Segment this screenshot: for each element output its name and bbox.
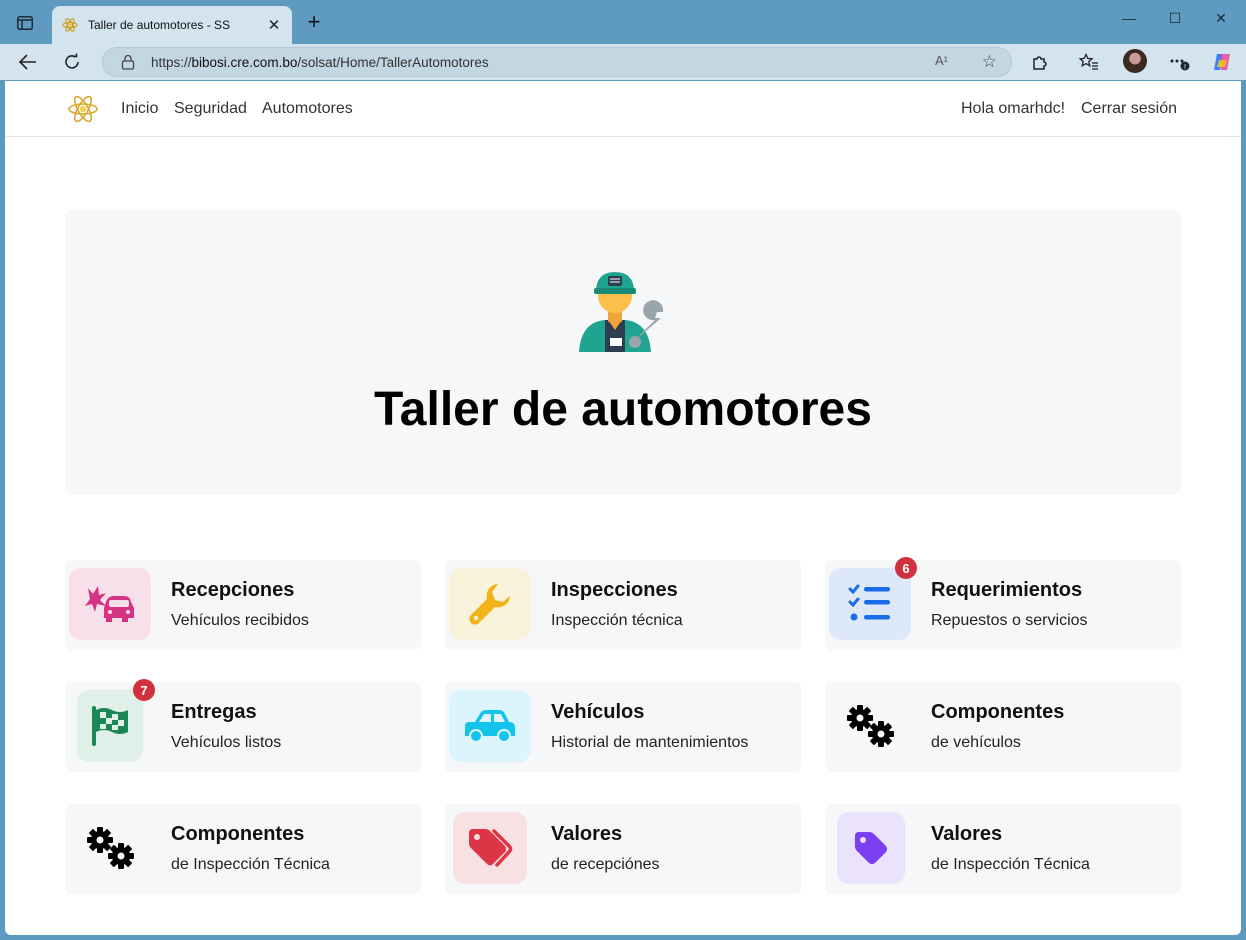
card-valores-inspeccion[interactable]: Valores de Inspección Técnica — [825, 804, 1181, 894]
user-greeting-link[interactable]: Hola omarhdc! — [961, 100, 1065, 118]
gears-icon — [847, 705, 894, 747]
card-title: Vehículos — [551, 701, 645, 723]
card-valores-recepciones[interactable]: Valores de recepciónes — [445, 804, 801, 894]
page-viewport: Inicio Seguridad Automotores Hola omarhd… — [5, 81, 1241, 935]
tab-title: Taller de automotores - SS — [88, 18, 231, 32]
tab-actions-icon[interactable] — [14, 12, 36, 34]
hero-banner: Taller de automotores — [65, 210, 1181, 495]
profile-avatar[interactable] — [1123, 49, 1147, 73]
card-entregas[interactable]: 7 Entregas Vehículos listos — [65, 679, 421, 772]
card-subtitle: de vehículos — [931, 734, 1021, 751]
notification-badge: 7 — [133, 679, 155, 701]
card-icon-box — [449, 690, 531, 762]
notification-badge: 6 — [895, 557, 917, 579]
tags-icon — [469, 829, 513, 867]
flag-checkered-icon — [92, 706, 128, 746]
card-recepciones[interactable]: Recepciones Vehículos recibidos — [65, 560, 421, 650]
card-componentes-vehiculos[interactable]: Componentes de vehículos — [825, 682, 1181, 772]
maximize-button[interactable]: ☐ — [1164, 10, 1186, 27]
card-subtitle: Repuestos o servicios — [931, 612, 1088, 629]
card-title: Inspecciones — [551, 579, 678, 601]
card-title: Componentes — [171, 823, 305, 845]
card-subtitle: Vehículos recibidos — [171, 612, 309, 629]
atom-icon[interactable] — [67, 93, 99, 125]
close-window-button[interactable]: ✕ — [1210, 10, 1232, 27]
card-vehiculos[interactable]: Vehículos Historial de mantenimientos — [445, 682, 801, 772]
logout-link[interactable]: Cerrar sesión — [1081, 100, 1177, 118]
card-inspecciones[interactable]: Inspecciones Inspección técnica — [445, 560, 801, 650]
card-icon-box — [69, 568, 151, 640]
tag-icon — [855, 832, 887, 864]
browser-toolbar: https://bibosi.cre.com.bo/solsat/Home/Ta… — [0, 44, 1246, 80]
card-subtitle: Inspección técnica — [551, 612, 683, 629]
card-icon-box — [69, 812, 151, 884]
back-icon[interactable] — [16, 50, 40, 74]
card-requerimientos[interactable]: 6 Requerimientos Repuestos o servicios — [825, 557, 1181, 650]
read-aloud-icon[interactable]: A¹ — [935, 53, 955, 73]
card-title: Valores — [931, 823, 1003, 845]
gears-icon — [87, 827, 134, 869]
atom-favicon-icon — [62, 18, 78, 32]
svg-text:!: ! — [1184, 64, 1186, 71]
card-icon-box — [829, 568, 911, 640]
more-options-icon[interactable]: ! — [1168, 50, 1192, 74]
card-icon-box — [453, 812, 527, 884]
card-icon-box — [449, 568, 531, 640]
minimize-button[interactable]: — — [1118, 10, 1140, 26]
refresh-icon[interactable] — [60, 50, 84, 74]
copilot-icon[interactable] — [1210, 50, 1234, 74]
page-title: Taller de automotores — [374, 383, 872, 436]
nav-link-inicio[interactable]: Inicio — [121, 100, 158, 118]
tab-close-icon[interactable]: ✕ — [266, 16, 282, 34]
card-title: Entregas — [171, 701, 257, 723]
favorites-icon[interactable] — [1077, 50, 1101, 74]
address-bar[interactable]: https://bibosi.cre.com.bo/solsat/Home/Ta… — [102, 47, 1012, 77]
car-crash-icon — [85, 586, 134, 622]
browser-tab-bar: Taller de automotores - SS ✕ + — ☐ ✕ — [0, 0, 1246, 44]
mechanic-icon — [579, 272, 664, 352]
list-check-icon — [848, 584, 890, 621]
wrench-icon — [469, 584, 510, 625]
card-subtitle: de Inspección Técnica — [171, 856, 330, 873]
card-componentes-inspeccion[interactable]: Componentes de Inspección Técnica — [65, 804, 421, 894]
favorite-star-icon[interactable]: ☆ — [982, 52, 997, 72]
nav-link-automotores[interactable]: Automotores — [262, 100, 353, 118]
card-subtitle: de Inspección Técnica — [931, 856, 1090, 873]
card-subtitle: de recepciónes — [551, 856, 660, 873]
site-navbar: Inicio Seguridad Automotores Hola omarhd… — [5, 81, 1241, 137]
new-tab-button[interactable]: + — [303, 11, 325, 34]
card-icon-box — [829, 690, 911, 762]
nav-link-seguridad[interactable]: Seguridad — [174, 100, 247, 118]
card-title: Componentes — [931, 701, 1065, 723]
url-text[interactable]: https://bibosi.cre.com.bo/solsat/Home/Ta… — [151, 55, 489, 70]
card-subtitle: Historial de mantenimientos — [551, 734, 749, 751]
browser-tab-active[interactable]: Taller de automotores - SS ✕ — [52, 6, 292, 44]
lock-icon[interactable] — [121, 54, 135, 70]
card-title: Valores — [551, 823, 623, 845]
card-icon-box — [837, 812, 905, 884]
card-icon-box — [77, 690, 143, 762]
car-side-icon — [465, 710, 515, 743]
card-title: Requerimientos — [931, 579, 1083, 601]
card-title: Recepciones — [171, 579, 295, 601]
card-subtitle: Vehículos listos — [171, 734, 282, 751]
extensions-icon[interactable] — [1028, 50, 1052, 74]
